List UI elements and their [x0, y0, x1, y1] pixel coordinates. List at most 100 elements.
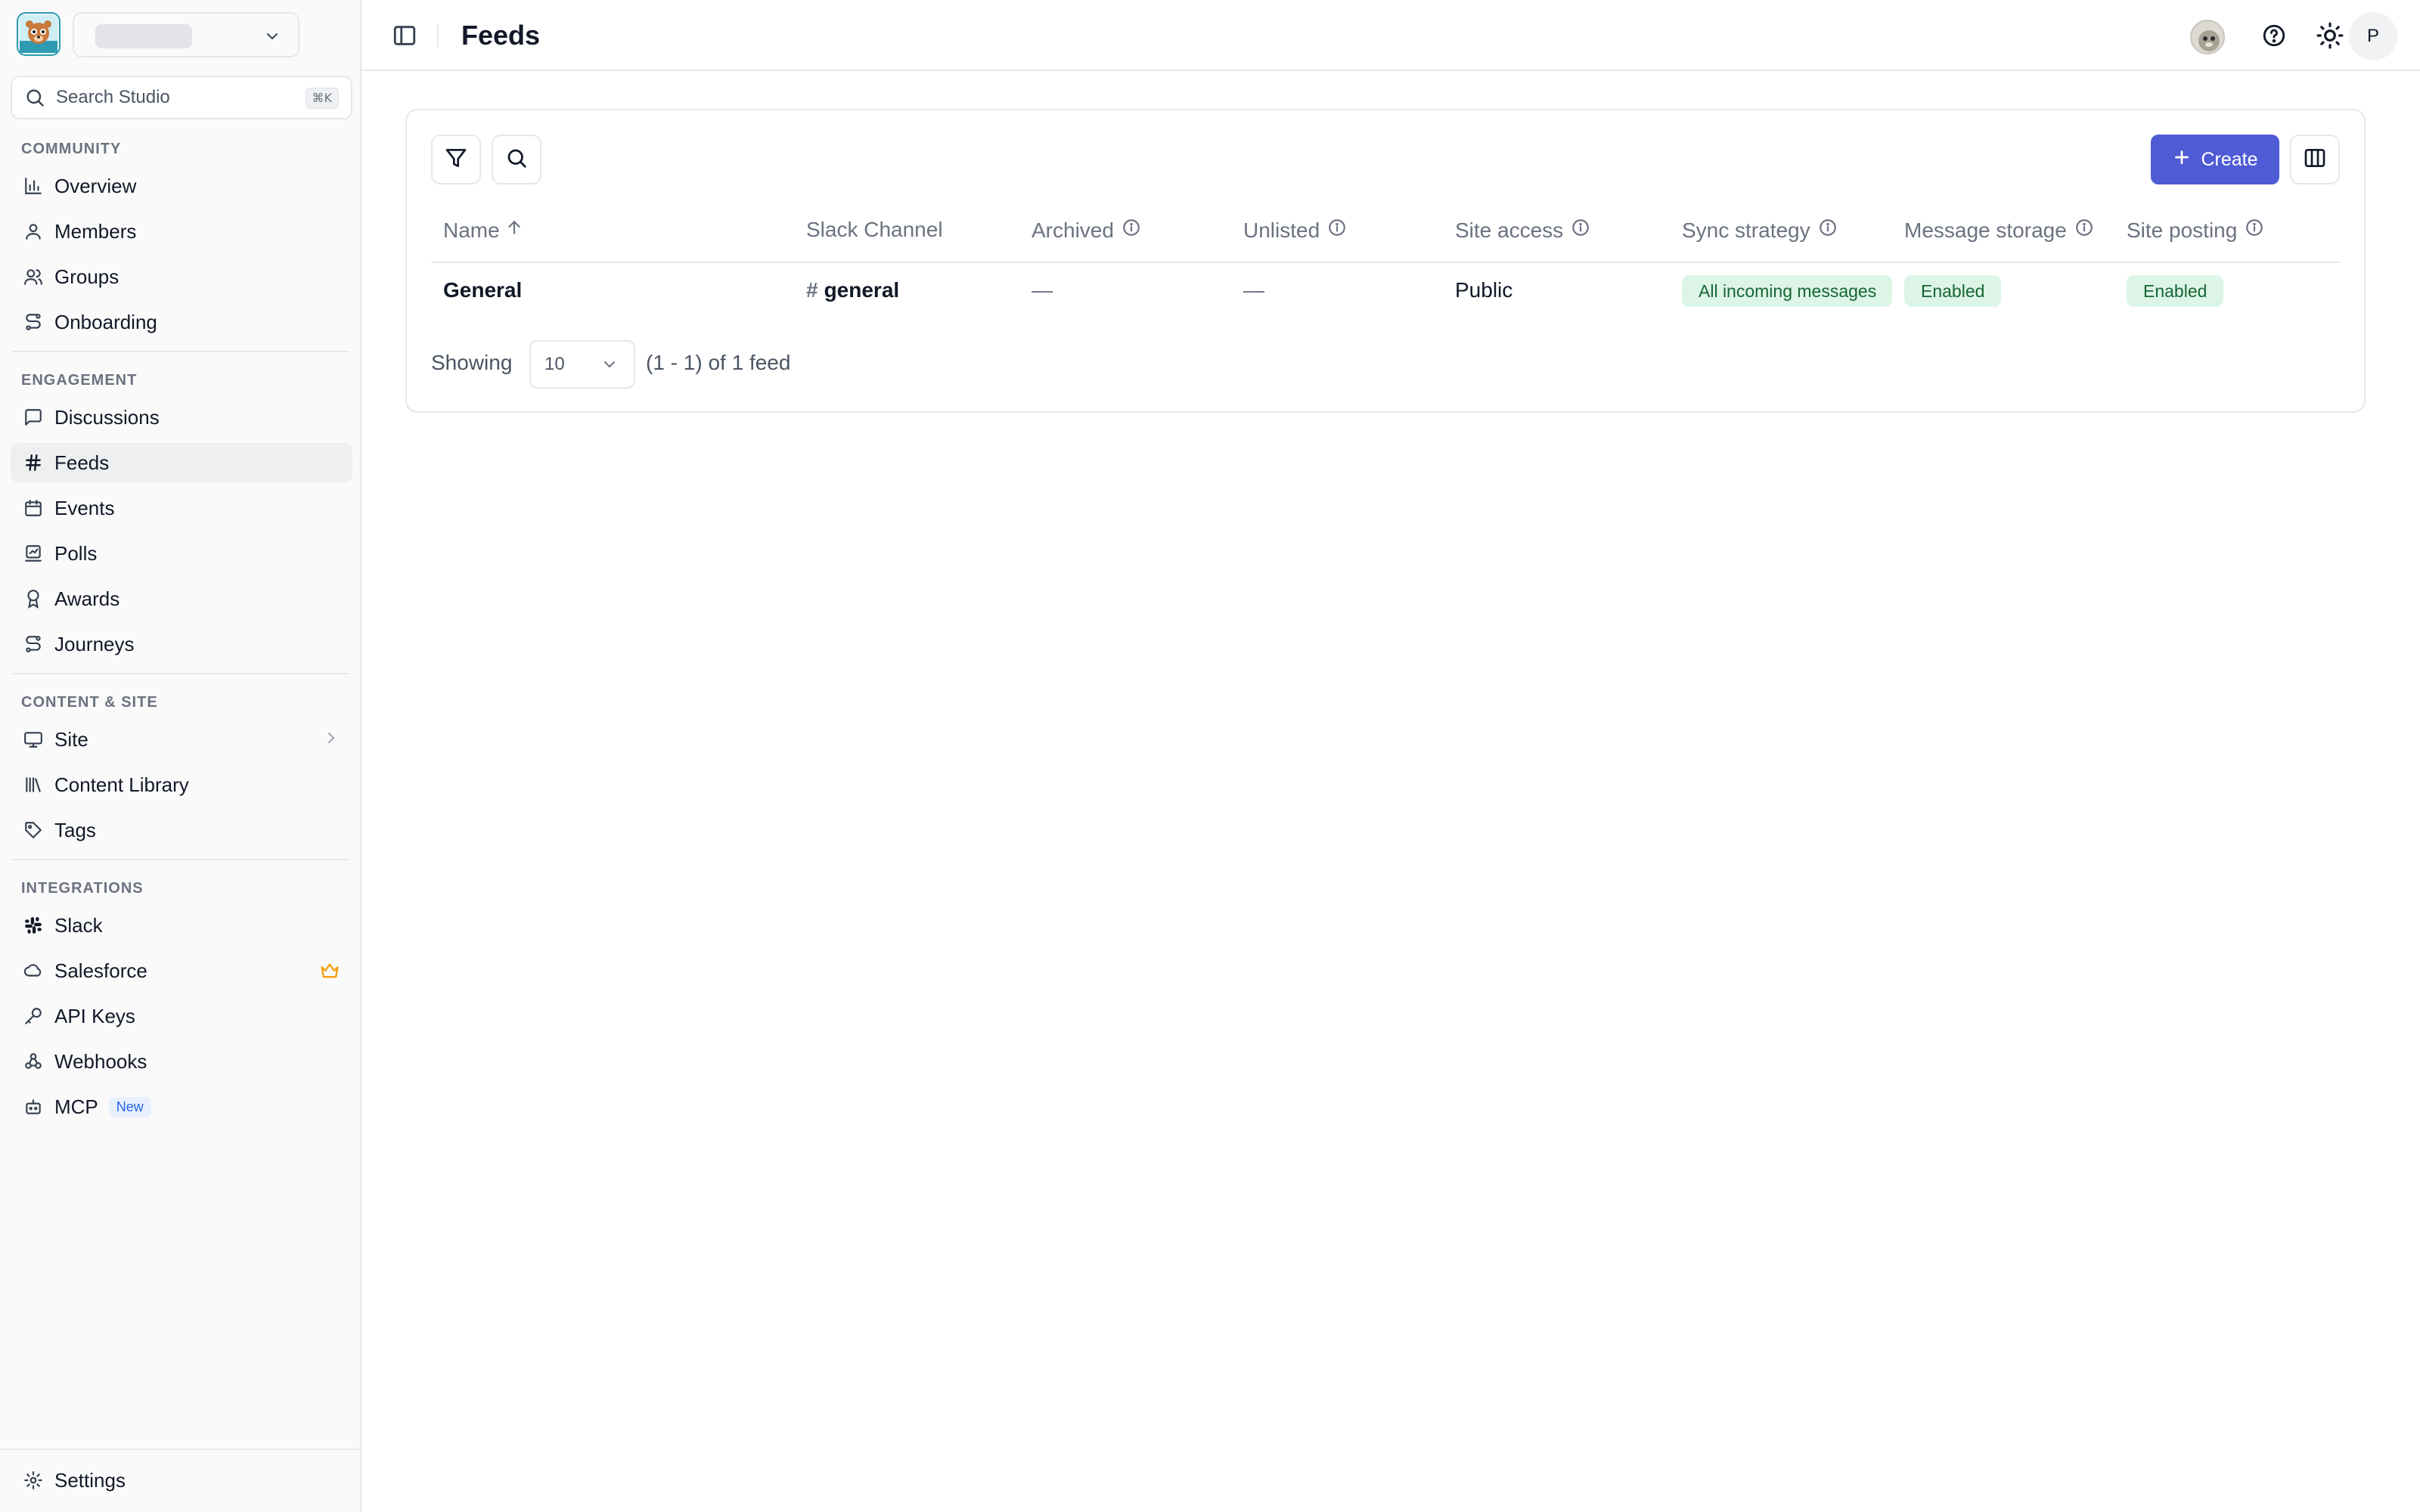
sidebar-item-feeds[interactable]: Feeds	[11, 443, 352, 482]
sidebar-item-members[interactable]: Members	[11, 212, 352, 251]
webhook-icon	[23, 1051, 44, 1072]
sun-icon[interactable]	[2316, 21, 2344, 54]
tag-icon	[23, 820, 44, 841]
sidebar-toggle-icon[interactable]	[392, 23, 417, 52]
search-input[interactable]: Search Studio ⌘K	[11, 76, 352, 119]
sidebar-item-label: Discussions	[54, 405, 160, 429]
section-label-engagement: ENGAGEMENT	[21, 372, 138, 389]
sidebar-item-label: Settings	[54, 1468, 126, 1492]
sidebar-divider	[0, 1448, 360, 1450]
chevron-down-icon	[600, 355, 619, 379]
poll-icon	[23, 543, 44, 564]
help-icon[interactable]	[2261, 23, 2287, 52]
column-header-archived[interactable]: Archived	[1032, 218, 1141, 243]
status-badge: Enabled	[1904, 275, 2002, 307]
table-header-border	[431, 262, 2340, 263]
user-icon	[23, 221, 44, 242]
route-icon	[23, 634, 44, 655]
column-header-site-posting[interactable]: Site posting	[2127, 218, 2264, 243]
status-badge: Enabled	[2127, 275, 2224, 307]
workspace-switcher	[17, 12, 299, 57]
columns-icon	[2303, 146, 2327, 174]
sidebar-divider	[12, 351, 349, 352]
info-icon[interactable]	[1818, 218, 1838, 243]
message-square-icon	[23, 407, 44, 428]
workspace-logo[interactable]	[17, 12, 60, 56]
sidebar-item-label: Events	[54, 496, 115, 519]
cell-sync-strategy: All incoming messages	[1682, 275, 1892, 307]
info-icon[interactable]	[1571, 218, 1590, 243]
sidebar-divider	[12, 859, 349, 860]
pagination-range: (1 - 1) of 1 feed	[646, 351, 791, 374]
sidebar-item-label: Onboarding	[54, 310, 157, 333]
pagination-showing-label: Showing	[431, 351, 513, 374]
create-button-label: Create	[2201, 148, 2258, 170]
sidebar-item-journeys[interactable]: Journeys	[11, 624, 352, 664]
cell-slack-channel[interactable]: # general	[806, 278, 899, 302]
column-header-label: Message storage	[1904, 218, 2067, 242]
sidebar: Search Studio ⌘K COMMUNITY Overview Memb…	[0, 0, 361, 1512]
search-button[interactable]	[492, 135, 541, 184]
sidebar-item-settings[interactable]: Settings	[11, 1461, 352, 1500]
column-header-name[interactable]: Name	[443, 218, 524, 243]
sidebar-item-label: API Keys	[54, 1004, 135, 1027]
sidebar-item-api-keys[interactable]: API Keys	[11, 996, 352, 1036]
workspace-select[interactable]	[73, 12, 299, 57]
chevron-down-icon	[267, 33, 278, 39]
info-icon[interactable]	[1327, 218, 1347, 243]
sidebar-item-label: Members	[54, 219, 137, 243]
sidebar-item-onboarding[interactable]: Onboarding	[11, 302, 352, 342]
column-header-label: Site posting	[2127, 218, 2238, 242]
cell-archived: —	[1032, 278, 1053, 302]
sidebar-item-polls[interactable]: Polls	[11, 534, 352, 573]
sidebar-item-label: Feeds	[54, 451, 110, 474]
sidebar-item-salesforce[interactable]: Salesforce	[11, 951, 352, 990]
user-avatar[interactable]: P	[2349, 12, 2397, 60]
cell-name[interactable]: General	[443, 278, 522, 302]
sidebar-item-slack[interactable]: Slack	[11, 906, 352, 945]
column-header-sync-strategy[interactable]: Sync strategy	[1682, 218, 1838, 243]
sidebar-item-awards[interactable]: Awards	[11, 579, 352, 618]
sidebar-item-overview[interactable]: Overview	[11, 166, 352, 206]
cell-site-posting: Enabled	[2127, 275, 2224, 307]
sidebar-item-label: Content Library	[54, 773, 189, 796]
column-header-site-access[interactable]: Site access	[1455, 218, 1590, 243]
sidebar-item-webhooks[interactable]: Webhooks	[11, 1042, 352, 1081]
filter-button[interactable]	[431, 135, 481, 184]
sidebar-item-discussions[interactable]: Discussions	[11, 398, 352, 437]
section-label-content-site: CONTENT & SITE	[21, 694, 158, 711]
page-size-select[interactable]: 10	[529, 340, 635, 389]
top-header: Feeds P	[361, 0, 2420, 71]
columns-button[interactable]	[2290, 135, 2340, 184]
workspace-name-placeholder	[95, 24, 192, 48]
column-header-label: Sync strategy	[1682, 218, 1810, 242]
key-icon	[23, 1005, 44, 1027]
chevron-right-icon	[322, 729, 340, 751]
filter-icon	[444, 146, 468, 174]
bot-avatar[interactable]	[2190, 20, 2225, 54]
calendar-icon	[23, 497, 44, 519]
column-header-label: Unlisted	[1243, 218, 1320, 242]
sidebar-item-groups[interactable]: Groups	[11, 257, 352, 296]
info-icon[interactable]	[1122, 218, 1141, 243]
bar-chart-icon	[23, 175, 44, 197]
cell-site-access: Public	[1455, 278, 1513, 302]
sidebar-item-events[interactable]: Events	[11, 488, 352, 528]
section-label-community: COMMUNITY	[21, 141, 122, 157]
column-header-unlisted[interactable]: Unlisted	[1243, 218, 1347, 243]
cell-message-storage: Enabled	[1904, 275, 2002, 307]
column-header-message-storage[interactable]: Message storage	[1904, 218, 2094, 243]
column-header-slack-channel[interactable]: Slack Channel	[806, 218, 943, 242]
slack-icon	[23, 915, 44, 936]
sidebar-item-tags[interactable]: Tags	[11, 810, 352, 850]
search-icon	[26, 89, 44, 107]
sidebar-item-label: Tags	[54, 818, 96, 841]
info-icon[interactable]	[2074, 218, 2094, 243]
crown-icon	[319, 960, 340, 985]
sidebar-item-content-library[interactable]: Content Library	[11, 765, 352, 804]
slack-channel-name: general	[824, 278, 900, 302]
create-button[interactable]: Create	[2151, 135, 2279, 184]
info-icon[interactable]	[2245, 218, 2264, 243]
sidebar-item-mcp[interactable]: MCP New	[11, 1087, 352, 1126]
sidebar-item-site[interactable]: Site	[11, 720, 352, 759]
